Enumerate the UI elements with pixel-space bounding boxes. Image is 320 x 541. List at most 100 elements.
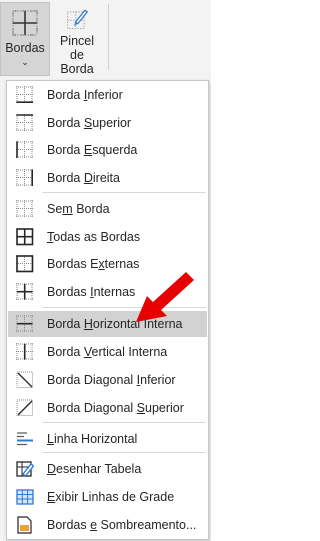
pincel-label-line1: Pincel [59, 34, 95, 48]
menu-item-label: Bordas Internas [47, 285, 135, 299]
menu-item-label: Borda Diagonal Superior [47, 401, 184, 415]
menu-item-label: Bordas Externas [47, 257, 139, 271]
all-borders-icon [16, 228, 34, 246]
borders-shading-icon [17, 516, 32, 534]
label-text: Borda [47, 171, 84, 185]
label-text: Bordas [47, 285, 91, 299]
access-key: e [90, 518, 98, 532]
menu-item-border-right[interactable]: Borda Direita [8, 165, 207, 191]
borders-dropdown-menu: Borda Inferior Borda Superior Borda Esquer… [6, 80, 209, 540]
label-text: Bordas E [47, 257, 99, 271]
access-key: D [83, 171, 93, 185]
menu-separator [42, 192, 206, 193]
menu-item-no-border[interactable]: Sem Borda [8, 196, 207, 222]
menu-item-border-bottom[interactable]: Borda Inferior [8, 82, 207, 108]
label-text: inha Horizontal [53, 432, 138, 446]
menu-item-diagonal-down-border[interactable]: Borda Diagonal Inferior [8, 367, 207, 393]
menu-item-label: Sem Borda [47, 202, 110, 216]
access-key: m [62, 202, 73, 216]
menu-item-border-top[interactable]: Borda Superior [8, 110, 207, 136]
menu-item-label: Borda Inferior [47, 88, 123, 102]
menu-item-label: Borda Horizontal Interna [47, 317, 183, 331]
label-text: ireita [92, 171, 120, 185]
menu-item-inside-borders[interactable]: Bordas Internas [8, 279, 207, 305]
word-ribbon-borders-screen: Bordas ⌄ Pincel de Borda Borda Inferior B… [0, 0, 211, 541]
draw-table-icon [16, 461, 34, 477]
menu-item-border-left[interactable]: Borda Esquerda [8, 137, 207, 163]
label-text: uperior [145, 401, 184, 415]
ribbon: Bordas ⌄ Pincel de Borda [0, 0, 211, 78]
access-key: D [47, 462, 57, 476]
label-text: Se [47, 202, 63, 216]
access-key: L [47, 432, 54, 446]
menu-item-label: Bordas e Sombreamento... [47, 518, 196, 532]
label-text: Borda [47, 317, 84, 331]
inside-borders-icon [16, 283, 33, 300]
label-text: odas as Bordas [53, 230, 141, 244]
menu-item-diagonal-up-border[interactable]: Borda Diagonal Superior [8, 395, 207, 421]
no-border-icon [16, 200, 33, 217]
label-text: uperior [92, 116, 132, 130]
label-text: Borda [47, 345, 84, 359]
label-text: ternas [104, 257, 140, 271]
access-key: S [136, 401, 145, 415]
menu-separator [42, 307, 206, 308]
menu-item-view-gridlines[interactable]: Exibir Linhas de Grade [8, 484, 207, 510]
menu-item-label: Exibir Linhas de Grade [47, 490, 174, 504]
bordas-label: Bordas [5, 41, 45, 55]
borders-icon [12, 10, 38, 36]
border-painter-icon [67, 9, 89, 29]
menu-item-label: Desenhar Tabela [47, 462, 141, 476]
chevron-down-icon: ⌄ [21, 57, 29, 67]
access-key: V [83, 345, 92, 359]
label-text: nferior [87, 88, 123, 102]
access-key: H [83, 317, 93, 331]
label-text: orizontal Interna [92, 317, 183, 331]
horizontal-line-icon [17, 432, 33, 446]
label-text: esenhar Tabela [56, 462, 142, 476]
label-text: Borda [47, 143, 84, 157]
label-text: Borda [72, 202, 110, 216]
menu-item-inside-vertical-border[interactable]: Borda Vertical Interna [8, 339, 207, 365]
menu-separator [42, 452, 206, 453]
label-text: Borda [47, 88, 84, 102]
menu-separator [42, 422, 206, 423]
menu-item-inside-horizontal-border[interactable]: Borda Horizontal Interna [8, 311, 207, 337]
access-key: E [83, 143, 93, 157]
pincel-de-borda-button[interactable]: Pincel de Borda [52, 2, 102, 76]
menu-item-borders-shading[interactable]: Bordas e Sombreamento... [8, 512, 207, 538]
label-text: Borda Diagonal [47, 373, 137, 387]
border-top-icon [16, 114, 33, 131]
view-gridlines-icon [16, 489, 34, 505]
pincel-label-line2: de Borda [60, 48, 94, 76]
menu-item-label: Borda Esquerda [47, 143, 137, 157]
label-text: Borda Diagonal [47, 401, 137, 415]
label-text: Sombreamento... [97, 518, 197, 532]
bordas-button[interactable]: Bordas ⌄ [0, 2, 50, 76]
diagonal-up-border-icon [16, 399, 33, 416]
label-text: nternas [93, 285, 136, 299]
label-text: Bordas [47, 518, 91, 532]
menu-item-label: Borda Superior [47, 116, 131, 130]
menu-item-label: Todas as Bordas [47, 230, 140, 244]
menu-item-label: Borda Vertical Interna [47, 345, 167, 359]
label-text: Borda [47, 116, 84, 130]
ribbon-separator [108, 4, 109, 70]
inside-horizontal-border-icon [16, 315, 33, 332]
label-text: xibir Linhas de Grade [55, 490, 175, 504]
border-right-icon [16, 169, 34, 186]
menu-item-label: Borda Diagonal Inferior [47, 373, 176, 387]
access-key: S [83, 116, 93, 130]
menu-item-draw-table[interactable]: Desenhar Tabela [8, 456, 207, 482]
inside-vertical-border-icon [16, 343, 33, 360]
border-bottom-icon [16, 86, 33, 104]
label-text: squerda [92, 143, 138, 157]
menu-item-horizontal-line[interactable]: Linha Horizontal [8, 426, 207, 452]
label-text: ertical Interna [91, 345, 168, 359]
menu-item-all-borders[interactable]: Todas as Bordas [8, 224, 207, 250]
menu-item-outside-borders[interactable]: Bordas Externas [8, 251, 207, 277]
border-left-icon [16, 141, 33, 158]
label-text: nferior [140, 373, 176, 387]
menu-item-label: Linha Horizontal [47, 432, 137, 446]
diagonal-down-border-icon [16, 371, 33, 388]
